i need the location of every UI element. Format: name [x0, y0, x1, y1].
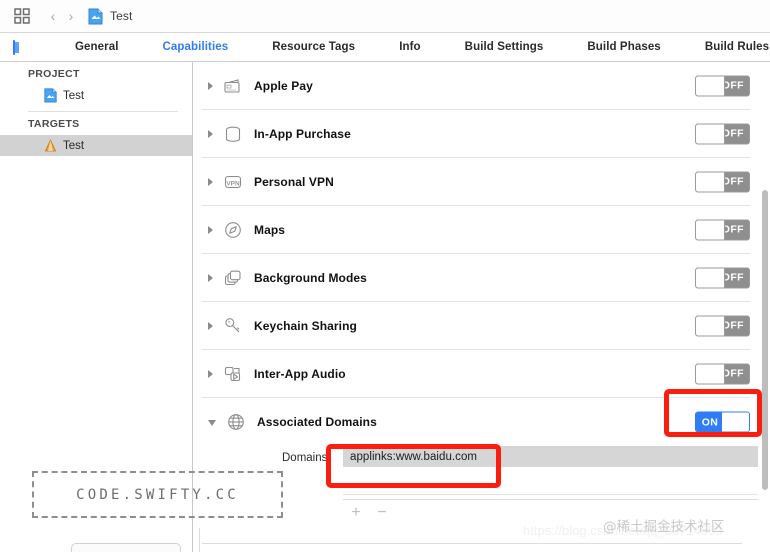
- in-app-purchase-icon: [222, 123, 244, 145]
- xcode-project-icon: [44, 88, 63, 103]
- grid-icon[interactable]: [14, 8, 30, 24]
- capability-row-background-modes[interactable]: Background Modes OFF: [202, 254, 750, 302]
- toggle-knob: [696, 220, 725, 239]
- watermark-dashed-text: CODE.SWIFTY.CC: [76, 486, 239, 503]
- capability-label: Associated Domains: [257, 415, 377, 429]
- capability-row-personal-vpn[interactable]: VPN Personal VPN OFF: [202, 158, 750, 206]
- tab-list: General Capabilities Resource Tags Info …: [53, 41, 770, 53]
- tab-info[interactable]: Info: [377, 41, 442, 53]
- toggle-state-label: OFF: [721, 319, 744, 332]
- navigator-project-item-label: Test: [63, 89, 85, 102]
- capability-row-inter-app-audio[interactable]: Inter-App Audio OFF: [202, 350, 750, 398]
- add-domain-button[interactable]: +: [343, 504, 369, 521]
- capability-label: In-App Purchase: [254, 126, 351, 141]
- toggle-state-label: OFF: [721, 79, 744, 92]
- tab-build-phases[interactable]: Build Phases: [565, 41, 682, 53]
- capability-row-maps[interactable]: Maps OFF: [202, 206, 750, 254]
- capability-label: Background Modes: [254, 270, 367, 285]
- capability-toggle-personal-vpn[interactable]: OFF: [695, 171, 750, 192]
- content-scrollbar[interactable]: [762, 190, 768, 490]
- toggle-state-label: OFF: [721, 175, 744, 188]
- toggle-state-label: ON: [701, 416, 719, 428]
- domains-field-row: Domains applinks:www.baidu.com: [202, 446, 770, 473]
- disclosure-triangle-icon[interactable]: [208, 273, 213, 282]
- xcode-target-editor-window: ‹ › Test General Capabilities Resource T…: [0, 0, 770, 552]
- jump-bar: ‹ › Test: [0, 0, 770, 33]
- disclosure-triangle-icon[interactable]: [208, 81, 213, 90]
- toggle-state-label: OFF: [721, 223, 744, 236]
- capability-label: Maps: [254, 222, 286, 237]
- tab-resource-tags[interactable]: Resource Tags: [250, 41, 377, 53]
- forward-chevron-icon[interactable]: ›: [62, 9, 80, 23]
- inspector-toggle-icon[interactable]: [13, 39, 19, 55]
- capability-toggle-keychain-sharing[interactable]: OFF: [695, 315, 750, 336]
- capability-toggle-associated-domains[interactable]: ON: [695, 411, 750, 433]
- tab-general[interactable]: General: [53, 41, 141, 53]
- tab-build-settings[interactable]: Build Settings: [443, 41, 566, 53]
- toggle-knob: [721, 412, 749, 432]
- capability-row-apple-pay[interactable]: Apple Pay OFF: [202, 62, 750, 110]
- domains-field-label: Domains: [282, 452, 328, 464]
- capability-toggle-inter-app-audio[interactable]: OFF: [695, 363, 750, 384]
- capability-toggle-background-modes[interactable]: OFF: [695, 267, 750, 288]
- svg-text:VPN: VPN: [226, 180, 240, 187]
- disclosure-triangle-icon[interactable]: [208, 225, 213, 234]
- navigator-group-targets: TARGETS: [28, 118, 80, 130]
- capability-toggle-apple-pay[interactable]: OFF: [695, 75, 750, 96]
- navigator-project-item-test[interactable]: Test: [0, 85, 192, 106]
- toggle-state-label: OFF: [721, 127, 744, 140]
- domains-input[interactable]: applinks:www.baidu.com: [343, 446, 758, 467]
- maps-icon: [222, 219, 244, 241]
- navigator-target-item-test[interactable]: Test: [0, 135, 192, 156]
- capability-row-keychain-sharing[interactable]: Keychain Sharing OFF: [202, 302, 750, 350]
- back-chevron-icon[interactable]: ‹: [44, 9, 62, 23]
- domains-input-value: applinks:www.baidu.com: [350, 450, 478, 463]
- bottom-partial-control[interactable]: [71, 543, 181, 552]
- toggle-state-label: OFF: [721, 367, 744, 380]
- bottom-panel-divider: [199, 528, 200, 552]
- background-modes-icon: [222, 267, 244, 289]
- personal-vpn-icon: VPN: [222, 171, 244, 193]
- toggle-knob: [696, 76, 725, 95]
- capability-row-associated-domains[interactable]: Associated Domains ON: [202, 398, 750, 446]
- toggle-knob: [696, 124, 725, 143]
- remove-domain-button[interactable]: −: [369, 504, 395, 521]
- disclosure-triangle-icon[interactable]: [208, 129, 213, 138]
- project-document-icon: [80, 8, 103, 25]
- apple-pay-icon: [222, 75, 244, 97]
- capability-label: Keychain Sharing: [254, 318, 357, 333]
- editor-tab-bar: General Capabilities Resource Tags Info …: [0, 33, 770, 62]
- disclosure-triangle-icon[interactable]: [208, 321, 213, 330]
- capability-label: Inter-App Audio: [254, 366, 346, 381]
- tab-build-rules[interactable]: Build Rules: [683, 41, 770, 53]
- toggle-knob: [696, 316, 725, 335]
- keychain-sharing-icon: [222, 315, 244, 337]
- toggle-fill: ON: [696, 412, 724, 432]
- jump-bar-title[interactable]: Test: [110, 9, 132, 23]
- domains-empty-row[interactable]: [343, 473, 758, 495]
- toggle-knob: [696, 268, 725, 287]
- disclosure-triangle-icon[interactable]: [208, 369, 213, 378]
- bottom-divider: [202, 543, 742, 544]
- capability-label: Personal VPN: [254, 174, 334, 189]
- capability-toggle-maps[interactable]: OFF: [695, 219, 750, 240]
- app-target-icon: [44, 138, 63, 153]
- disclosure-triangle-open-icon[interactable]: [208, 420, 216, 426]
- capability-row-in-app-purchase[interactable]: In-App Purchase OFF: [202, 110, 750, 158]
- capability-label: Apple Pay: [254, 78, 313, 93]
- navigator-group-project: PROJECT: [28, 68, 80, 80]
- toggle-knob: [696, 364, 725, 383]
- navigator-target-item-label: Test: [63, 139, 85, 152]
- watermark-community: @稀土掘金技术社区: [603, 519, 725, 535]
- disclosure-triangle-icon[interactable]: [208, 177, 213, 186]
- associated-domains-icon: [225, 411, 247, 433]
- watermark-dashed-box: CODE.SWIFTY.CC: [32, 471, 283, 518]
- inter-app-audio-icon: [222, 363, 244, 385]
- capability-toggle-in-app-purchase[interactable]: OFF: [695, 123, 750, 144]
- toggle-knob: [696, 172, 725, 191]
- toggle-state-label: OFF: [721, 271, 744, 284]
- tab-capabilities[interactable]: Capabilities: [141, 41, 251, 53]
